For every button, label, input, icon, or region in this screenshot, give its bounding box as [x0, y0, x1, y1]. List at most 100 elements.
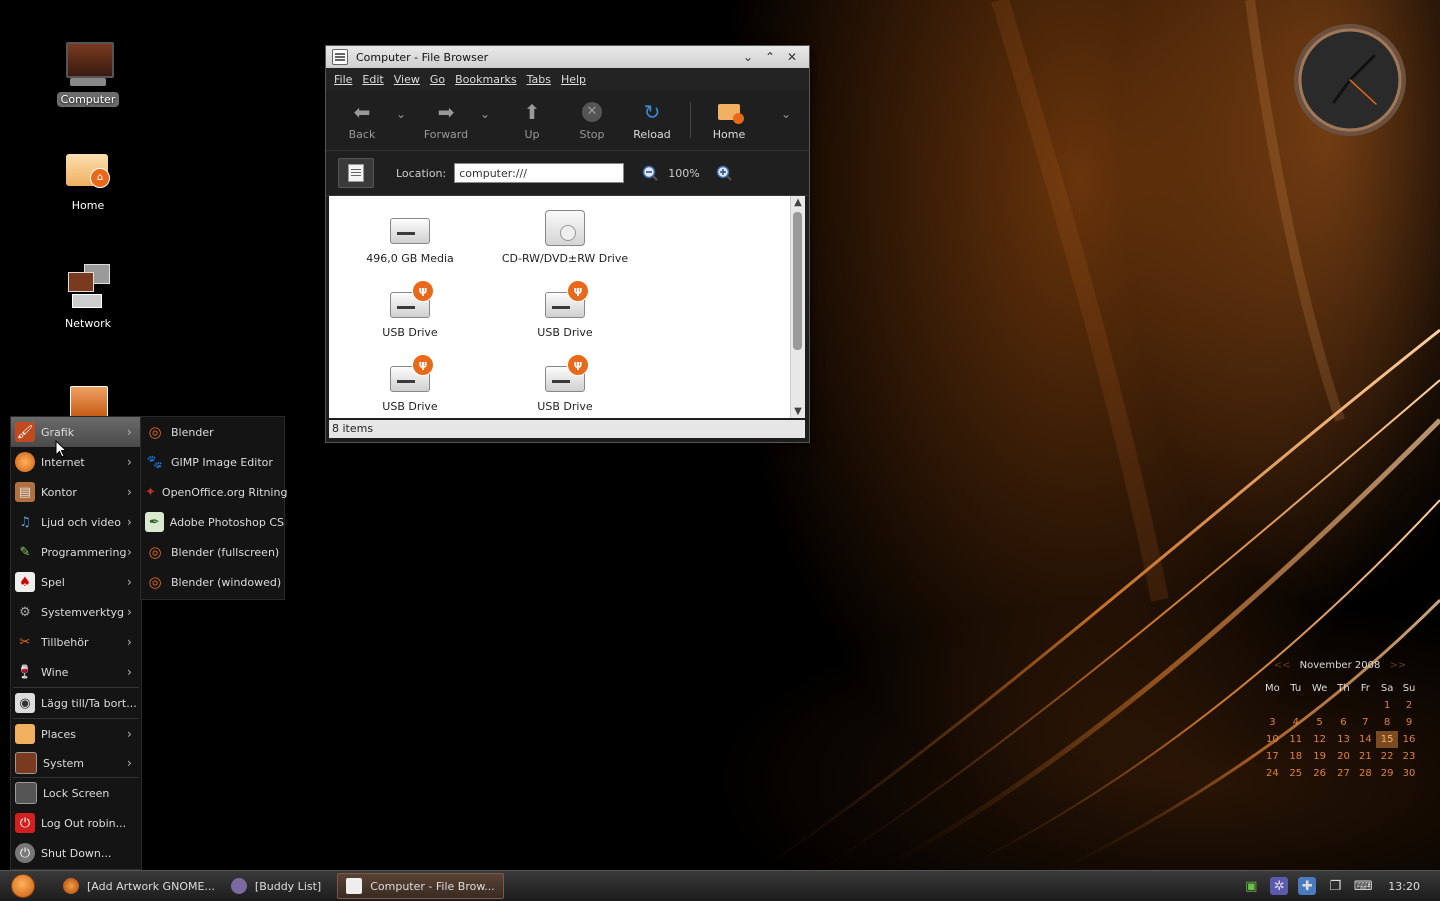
calendar-day[interactable]: 22	[1376, 748, 1398, 765]
reload-button[interactable]: ↻ Reload	[622, 100, 682, 141]
zoom-in-icon[interactable]	[716, 165, 732, 181]
menu-item-programmering[interactable]: ✎ Programmering ›	[11, 537, 141, 567]
calendar-day[interactable]: 21	[1354, 748, 1376, 765]
calendar-day[interactable]: 8	[1376, 714, 1398, 731]
menu-item-systemverktyg[interactable]: ⚙ Systemverktyg ›	[11, 597, 141, 627]
calendar-day[interactable]: 6	[1333, 714, 1355, 731]
desktop-icon-computer[interactable]: Computer	[43, 40, 133, 107]
menu-bookmarks[interactable]: Bookmarks	[455, 73, 516, 86]
menu-go[interactable]: Go	[430, 73, 445, 86]
submenu-item-gimp[interactable]: 🐾 GIMP Image Editor	[141, 447, 284, 477]
stop-button[interactable]: ✕ Stop	[562, 100, 622, 141]
menu-item-system[interactable]: System ›	[11, 749, 141, 777]
file-browser-window[interactable]: Computer - File Browser ⌄ ⌃ ✕ File Edit …	[325, 45, 810, 443]
location-input[interactable]	[454, 163, 625, 183]
zoom-level[interactable]: 100%	[668, 167, 699, 180]
file-item-hdd[interactable]: 496,0 GB Media	[335, 208, 485, 265]
main-menu-button[interactable]	[11, 874, 35, 898]
menu-item-grafik[interactable]: 🖌 Grafik ›	[11, 417, 141, 447]
calendar-day[interactable]: 14	[1354, 731, 1376, 748]
menu-item-shut-down[interactable]: ⏻ Shut Down...	[11, 838, 141, 868]
calendar-day[interactable]: 20	[1333, 748, 1355, 765]
menu-item-log-out[interactable]: ⏻ Log Out robin...	[11, 808, 141, 838]
menu-item-ljud-och-video[interactable]: ♫ Ljud och video ›	[11, 507, 141, 537]
back-button[interactable]: ⬅ Back	[332, 100, 392, 141]
taskbar-task-buddy-list[interactable]: [Buddy List]	[223, 874, 329, 898]
calendar-day[interactable]: 12	[1307, 731, 1333, 748]
file-item-usb[interactable]: ψ USB Drive	[490, 280, 640, 339]
up-button[interactable]: ⬆ Up	[502, 100, 562, 141]
forward-button[interactable]: ➡ Forward	[416, 100, 476, 141]
calendar-prev-button[interactable]: <<	[1274, 660, 1291, 671]
taskbar-task-file-browser[interactable]: Computer - File Brow...	[337, 873, 504, 899]
submenu-item-blender-windowed[interactable]: ◎ Blender (windowed)	[141, 567, 284, 597]
back-history-dropdown[interactable]: ⌄	[392, 107, 410, 121]
menu-item-lock-screen[interactable]: Lock Screen	[11, 778, 141, 808]
scrollbar-thumb[interactable]	[793, 212, 802, 350]
calendar-day[interactable]: 5	[1307, 714, 1333, 731]
menu-edit[interactable]: Edit	[362, 73, 383, 86]
calendar-day[interactable]: 11	[1285, 731, 1307, 748]
calendar-day[interactable]: 17	[1260, 748, 1285, 765]
file-item-cd-drive[interactable]: CD-RW/DVD±RW Drive	[490, 208, 640, 265]
keyboard-icon[interactable]: ⌨	[1354, 877, 1373, 895]
calendar-day[interactable]: 26	[1307, 765, 1333, 782]
taskbar-clock[interactable]: 13:20	[1388, 880, 1420, 893]
menu-tabs[interactable]: Tabs	[527, 73, 551, 86]
menu-view[interactable]: View	[394, 73, 420, 86]
calendar-day[interactable]: 7	[1354, 714, 1376, 731]
file-view[interactable]: 496,0 GB Media CD-RW/DVD±RW Drive ψ USB …	[329, 196, 805, 418]
close-icon[interactable]: ✕	[781, 50, 803, 64]
calendar-day[interactable]: 18	[1285, 748, 1307, 765]
menu-item-kontor[interactable]: ▤ Kontor ›	[11, 477, 141, 507]
menu-item-wine[interactable]: 🍷 Wine ›	[11, 657, 141, 687]
calendar-day[interactable]: 19	[1307, 748, 1333, 765]
taskbar-task-firefox[interactable]: [Add Artwork GNOME...	[55, 874, 223, 898]
calendar-day[interactable]: 10	[1260, 731, 1285, 748]
settings-icon[interactable]: ✲	[1270, 877, 1289, 895]
calendar-day[interactable]: 4	[1285, 714, 1307, 731]
calendar-day[interactable]: 1	[1376, 697, 1398, 714]
workspace-switcher-icon[interactable]: ✚	[1298, 877, 1317, 895]
file-item-usb[interactable]: ψ USB Drive	[335, 354, 485, 413]
calendar-day[interactable]: 15	[1376, 731, 1399, 748]
submenu-item-blender-fullscreen[interactable]: ◎ Blender (fullscreen)	[141, 537, 284, 567]
menu-item-spel[interactable]: ♠ Spel ›	[11, 567, 141, 597]
calendar-day[interactable]: 24	[1260, 765, 1285, 782]
calendar-day[interactable]: 30	[1398, 765, 1420, 782]
submenu-item-blender[interactable]: ◎ Blender	[141, 417, 284, 447]
submenu-item-openoffice-draw[interactable]: ✦ OpenOffice.org Ritning	[141, 477, 287, 507]
toolbar-overflow-dropdown[interactable]: ⌄	[777, 107, 795, 121]
calendar-day[interactable]: 23	[1398, 748, 1420, 765]
calendar-day[interactable]: 25	[1285, 765, 1307, 782]
calendar-day[interactable]: 29	[1376, 765, 1398, 782]
file-item-usb[interactable]: ψ USB Drive	[335, 280, 485, 339]
show-desktop-icon[interactable]: ❐	[1326, 877, 1344, 895]
calendar-next-button[interactable]: >>	[1390, 660, 1407, 671]
maximize-icon[interactable]: ⌃	[759, 50, 781, 64]
window-titlebar[interactable]: Computer - File Browser ⌄ ⌃ ✕	[326, 46, 809, 68]
network-status-icon[interactable]: ▣	[1242, 877, 1260, 895]
menu-item-add-remove[interactable]: ◉ Lägg till/Ta bort...	[11, 688, 141, 718]
desktop-icon-home[interactable]: ⌂ Home	[43, 146, 133, 213]
submenu-item-photoshop[interactable]: ✒ Adobe Photoshop CS	[141, 507, 284, 537]
file-item-usb[interactable]: ψ USB Drive	[490, 354, 640, 413]
vertical-scrollbar[interactable]: ▲ ▼	[790, 196, 805, 418]
calendar-day[interactable]: 3	[1260, 714, 1285, 731]
menu-item-internet[interactable]: Internet ›	[11, 447, 141, 477]
calendar-day[interactable]: 27	[1333, 765, 1355, 782]
desktop-icon-network[interactable]: Network	[43, 264, 133, 331]
minimize-icon[interactable]: ⌄	[737, 50, 759, 64]
calendar-day[interactable]: 9	[1398, 714, 1420, 731]
home-button[interactable]: Home	[699, 100, 759, 141]
scroll-down-icon[interactable]: ▼	[791, 406, 805, 417]
zoom-out-icon[interactable]	[642, 165, 658, 181]
menu-file[interactable]: File	[334, 73, 352, 86]
calendar-day[interactable]: 28	[1354, 765, 1376, 782]
scroll-up-icon[interactable]: ▲	[791, 197, 805, 208]
menu-item-tillbehor[interactable]: ✂ Tillbehör ›	[11, 627, 141, 657]
toggle-location-edit-button[interactable]	[338, 158, 374, 188]
menu-item-places[interactable]: Places ›	[11, 719, 141, 749]
forward-history-dropdown[interactable]: ⌄	[476, 107, 494, 121]
calendar-day[interactable]: 2	[1398, 697, 1420, 714]
